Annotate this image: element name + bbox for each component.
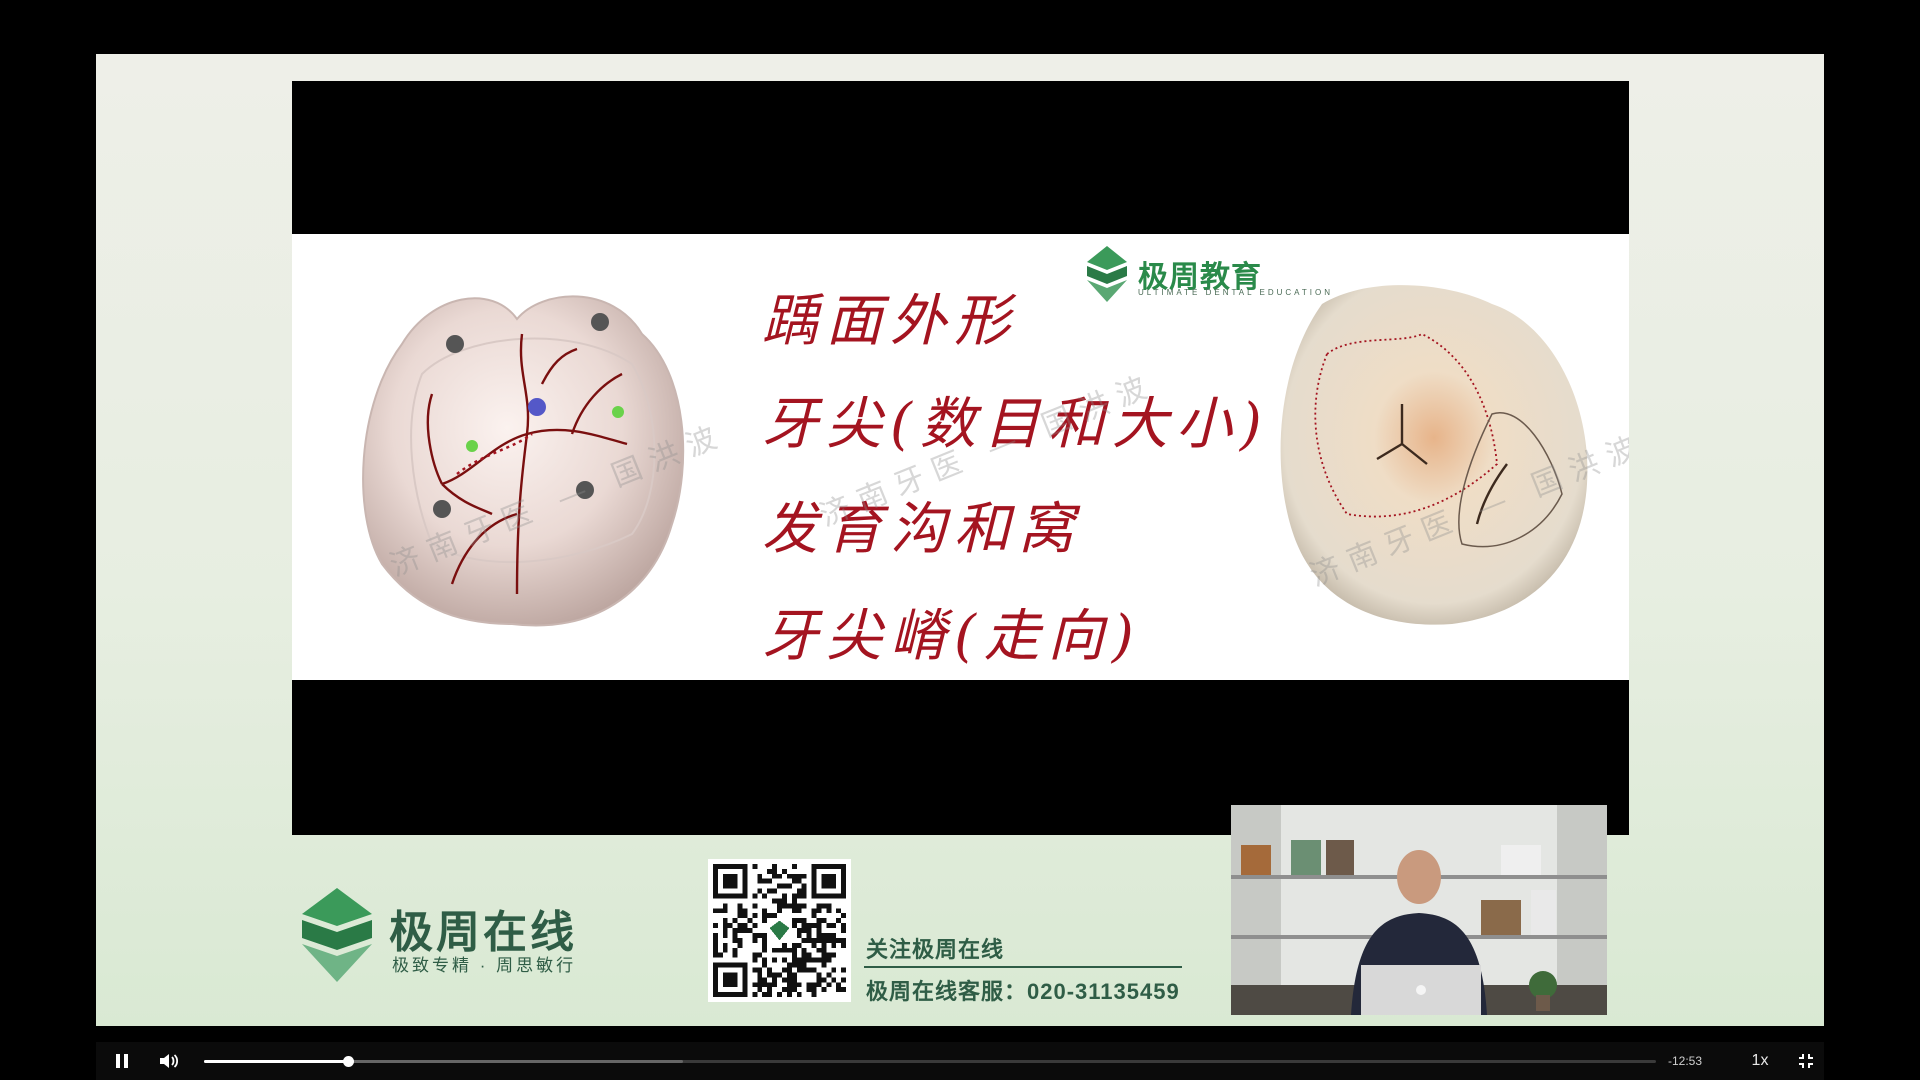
speaker-icon <box>160 1054 179 1068</box>
slide-content: 踽面外形 牙尖(数目和大小) 发育沟和窝 牙尖嵴(走向) 极周教育 ULTIMA… <box>292 234 1629 680</box>
jizhou-logo-icon <box>1087 246 1127 302</box>
progress-handle[interactable] <box>342 1056 354 1067</box>
presenter-video[interactable] <box>1231 805 1607 1015</box>
slide-line-occlusal-form: 踽面外形 <box>762 289 1018 354</box>
jizhou-online-logo-icon <box>302 888 372 982</box>
volume-button[interactable] <box>154 1042 184 1080</box>
playback-speed-button[interactable]: 1x <box>1740 1042 1780 1080</box>
jizhou-education-subtitle: ULTIMATE DENTAL EDUCATION <box>1138 288 1334 297</box>
jizhou-education-logo: 极周教育 ULTIMATE DENTAL EDUCATION <box>1082 244 1330 304</box>
exit-fullscreen-button[interactable] <box>1792 1042 1820 1080</box>
exit-fullscreen-icon <box>1799 1054 1813 1068</box>
progress-played <box>204 1060 348 1063</box>
progress-bar[interactable] <box>204 1056 1656 1067</box>
qr-code <box>708 859 851 1002</box>
player-control-bar: -12:53 1x <box>96 1042 1824 1080</box>
video-frame[interactable]: 踽面外形 牙尖(数目和大小) 发育沟和窝 牙尖嵴(走向) 极周教育 ULTIMA… <box>96 54 1824 1026</box>
qr-caption: 关注极周在线 <box>866 937 1005 962</box>
presenter-scene <box>1231 805 1607 1015</box>
jizhou-online-slogan: 极致专精 · 周思敏行 <box>392 956 577 975</box>
pause-icon <box>116 1054 128 1068</box>
pause-button[interactable] <box>108 1042 136 1080</box>
lecture-slide: 踽面外形 牙尖(数目和大小) 发育沟和窝 牙尖嵴(走向) 极周教育 ULTIMA… <box>292 81 1629 835</box>
customer-service-phone: 极周在线客服：020-31135459 <box>866 979 1180 1004</box>
time-remaining: -12:53 <box>1668 1054 1703 1068</box>
slide-line-cusp-ridges: 牙尖嵴(走向) <box>762 604 1142 669</box>
qr-divider <box>864 966 1182 968</box>
